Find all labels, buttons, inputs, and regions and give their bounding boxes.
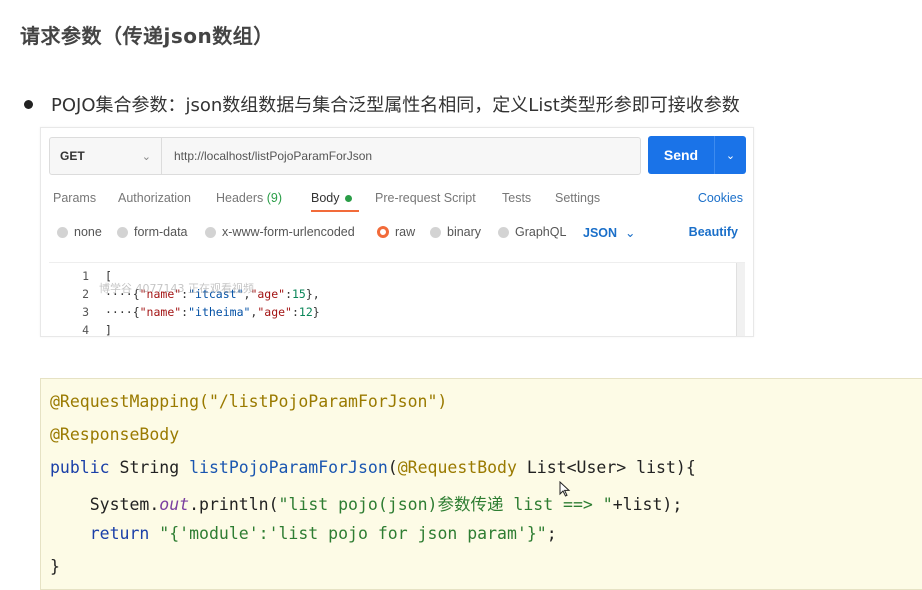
radio-icon — [57, 226, 68, 238]
string-literal: "{'module':'list pojo for json param'}" — [159, 524, 547, 543]
bullet-dot-icon — [24, 99, 33, 109]
method-select[interactable]: GET ⌄ — [50, 138, 162, 174]
body-editor[interactable]: 1 2 3 4 [ ····{"name":"itcast","age":15}… — [49, 262, 745, 337]
slide-title: 请求参数（传递json数组） — [20, 24, 274, 48]
code-line-1: @RequestMapping("/listPojoParamForJson") — [50, 392, 448, 411]
line-number: 3 — [82, 305, 89, 319]
url-input[interactable]: http://localhost/listPojoParamForJson — [162, 138, 372, 174]
line-numbers: 1 2 3 4 — [49, 267, 89, 337]
url-bar: GET ⌄ http://localhost/listPojoParamForJ… — [49, 137, 641, 175]
annotation: @RequestBody — [397, 458, 517, 477]
code-line-3: public String listPojoParamForJson(@Requ… — [50, 458, 696, 477]
string-literal: "list pojo(json)参数传递 list ==> " — [278, 495, 613, 514]
bullet-text: POJO集合参数：json数组数据与集合泛型属性名相同，定义List类型形参即可… — [51, 95, 740, 116]
tab-pre-request-script[interactable]: Pre-request Script — [375, 191, 476, 205]
radio-selected-icon — [377, 226, 389, 238]
tab-headers[interactable]: Headers (9) — [216, 191, 282, 205]
radio-icon — [117, 226, 128, 238]
method-name: listPojoParamForJson — [189, 458, 388, 477]
println-call: .println( — [189, 495, 279, 514]
body-option-urlencoded[interactable]: x-www-form-urlencoded — [205, 225, 355, 239]
tab-authorization[interactable]: Authorization — [118, 191, 191, 205]
code-line-2: @ResponseBody — [50, 425, 180, 444]
send-button[interactable]: Send ⌄ — [648, 136, 746, 174]
chevron-down-icon[interactable]: ⌄ — [715, 149, 746, 162]
active-tab-indicator — [311, 210, 359, 212]
radio-icon — [430, 226, 441, 238]
body-option-none[interactable]: none — [57, 225, 102, 239]
modified-dot-icon — [344, 195, 352, 203]
tab-settings[interactable]: Settings — [555, 191, 600, 205]
format-value: JSON — [583, 226, 618, 240]
body-option-binary[interactable]: binary — [430, 225, 481, 239]
tab-params[interactable]: Params — [53, 191, 96, 205]
code-line-4: System.out.println("list pojo(json)参数传递 … — [50, 491, 683, 515]
body-type-options: none form-data x-www-form-urlencoded raw… — [41, 225, 753, 245]
format-select[interactable]: JSON ⌄ — [583, 225, 636, 240]
body-option-raw[interactable]: raw — [377, 225, 415, 239]
code-line: ] — [105, 323, 112, 337]
body-option-graphql[interactable]: GraphQL — [498, 225, 566, 239]
body-option-label: x-www-form-urlencoded — [222, 225, 355, 239]
semicolon: ; — [546, 524, 557, 543]
json-body: [ ····{"name":"itcast","age":15}, ····{"… — [105, 267, 320, 337]
editor-scrollbar[interactable] — [736, 263, 745, 336]
chevron-down-icon: ⌄ — [625, 226, 636, 240]
send-label: Send — [663, 147, 699, 163]
body-option-label: raw — [395, 225, 416, 239]
mouse-pointer-icon — [559, 481, 571, 497]
radio-icon — [498, 226, 509, 238]
java-code-block: @RequestMapping("/listPojoParamForJson")… — [40, 378, 922, 590]
beautify-link[interactable]: Beautify — [689, 225, 738, 239]
line-number: 4 — [82, 323, 89, 337]
concat: +list); — [612, 495, 683, 514]
code-line-5: return "{'module':'list pojo for json pa… — [50, 524, 557, 543]
body-option-form-data[interactable]: form-data — [117, 225, 188, 239]
bullet-item: POJO集合参数：json数组数据与集合泛型属性名相同，定义List类型形参即可… — [24, 91, 740, 117]
line-number: 2 — [82, 287, 89, 301]
method-value: GET — [60, 149, 85, 163]
body-option-label: GraphQL — [515, 225, 567, 239]
chevron-down-icon: ⌄ — [141, 150, 151, 163]
code-line: ····{"name":"itheima","age":12} — [105, 305, 320, 319]
video-watermark: 博学谷 4077143 正在观看视频 — [99, 282, 254, 295]
tab-body-label: Body — [311, 191, 340, 205]
params: List<User> list){ — [526, 458, 696, 477]
line-number: 1 — [82, 269, 89, 283]
keyword: return — [89, 524, 150, 543]
system: System. — [89, 495, 160, 514]
headers-count: (9) — [266, 191, 283, 205]
body-option-label: form-data — [134, 225, 188, 239]
tab-headers-label: Headers — [216, 191, 264, 205]
body-option-label: none — [74, 225, 102, 239]
code-line-6: } — [50, 557, 60, 576]
keyword: public — [50, 458, 110, 477]
request-tabs: Params Authorization Headers (9) Body Pr… — [41, 188, 753, 212]
radio-icon — [205, 226, 216, 238]
body-option-label: binary — [447, 225, 482, 239]
tab-tests[interactable]: Tests — [502, 191, 531, 205]
out-field: out — [159, 495, 190, 514]
postman-request-panel: GET ⌄ http://localhost/listPojoParamForJ… — [40, 127, 754, 337]
type: String — [119, 458, 180, 477]
cookies-link[interactable]: Cookies — [698, 191, 743, 205]
tab-body[interactable]: Body — [311, 191, 352, 205]
